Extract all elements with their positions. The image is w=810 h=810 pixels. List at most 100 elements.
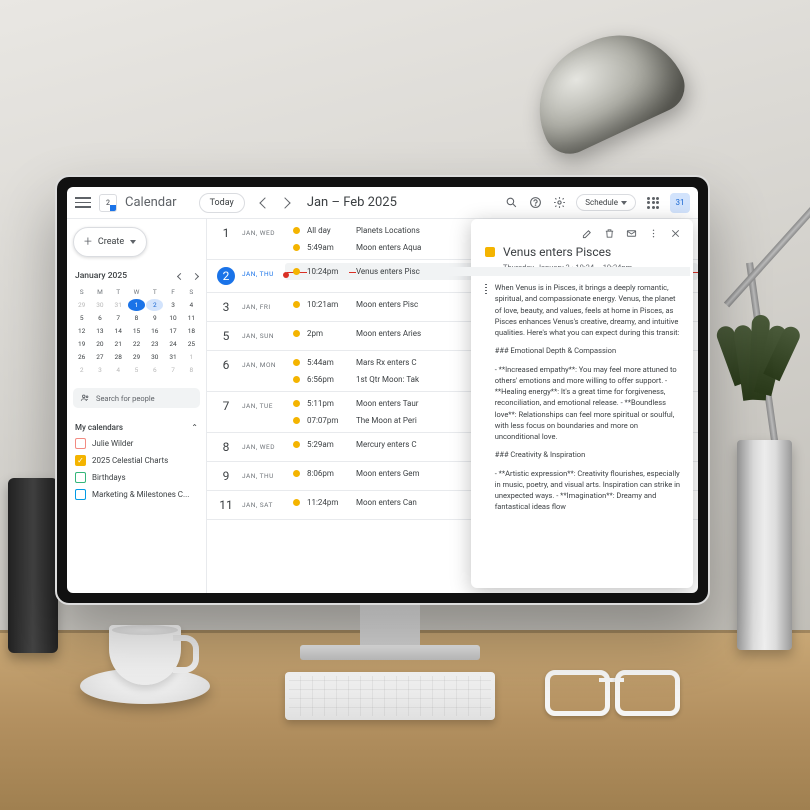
next-period-icon[interactable] — [279, 197, 290, 208]
mini-day[interactable]: 10 — [164, 312, 181, 324]
mini-day[interactable]: 7 — [110, 312, 127, 324]
mini-day[interactable]: 13 — [91, 325, 108, 337]
mini-day[interactable]: 20 — [91, 338, 108, 350]
lamp-arm — [724, 132, 810, 308]
event-time: 6:56pm — [307, 375, 349, 384]
today-button[interactable]: Today — [199, 193, 245, 213]
event-title: Moon enters Aries — [356, 329, 690, 338]
day-number[interactable]: 11 — [217, 498, 235, 512]
mini-day[interactable]: 6 — [91, 312, 108, 324]
mini-day[interactable]: 5 — [73, 312, 90, 324]
event-dot-icon — [293, 400, 300, 407]
day-number[interactable]: 3 — [217, 300, 235, 314]
mini-day[interactable]: 21 — [110, 338, 127, 350]
day-number[interactable]: 8 — [217, 440, 235, 454]
computer-monitor: 2 Calendar Today Jan – Feb 2025 Schedule… — [55, 175, 710, 605]
prev-period-icon[interactable] — [259, 197, 270, 208]
mini-prev-icon[interactable] — [177, 272, 184, 279]
mini-day[interactable]: 31 — [110, 299, 127, 311]
mini-day[interactable]: 16 — [146, 325, 163, 337]
calendar-label: Julie Wilder — [92, 439, 133, 448]
mini-day[interactable]: 9 — [146, 312, 163, 324]
mini-day[interactable]: 25 — [183, 338, 200, 350]
date-range-label[interactable]: Jan – Feb 2025 — [307, 195, 397, 210]
search-icon[interactable] — [504, 196, 518, 210]
event-time: 5:29am — [307, 440, 349, 449]
mini-cal-month[interactable]: January 2025 — [75, 271, 127, 281]
day-number[interactable]: 2 — [217, 267, 235, 285]
mini-day[interactable]: 27 — [91, 351, 108, 363]
mini-day[interactable]: 26 — [73, 351, 90, 363]
mini-day[interactable]: 4 — [110, 364, 127, 376]
mini-day[interactable]: 18 — [183, 325, 200, 337]
event-time: 8:06pm — [307, 469, 349, 478]
day-label: JAN, THU — [242, 469, 274, 480]
mini-day[interactable]: 5 — [128, 364, 145, 376]
event-dot-icon — [293, 330, 300, 337]
day-number[interactable]: 7 — [217, 399, 235, 413]
mini-day[interactable]: 1 — [183, 351, 200, 363]
mini-day[interactable]: 23 — [146, 338, 163, 350]
settings-gear-icon[interactable] — [552, 196, 566, 210]
mini-day[interactable]: 3 — [164, 299, 181, 311]
calendar-toggle[interactable]: Birthdays — [73, 469, 200, 486]
mini-day[interactable]: 17 — [164, 325, 181, 337]
main-menu-icon[interactable] — [75, 195, 91, 211]
event-title: Moon enters Aqua — [356, 243, 690, 252]
mini-day[interactable]: 14 — [110, 325, 127, 337]
search-people-input[interactable]: Search for people — [73, 388, 200, 408]
calendar-label: Birthdays — [92, 473, 126, 482]
mini-next-icon[interactable] — [192, 272, 199, 279]
day-number[interactable]: 5 — [217, 329, 235, 343]
calendar-toggle[interactable]: Julie Wilder — [73, 435, 200, 452]
mini-day[interactable]: 12 — [73, 325, 90, 337]
calendar-logo[interactable]: 2 — [99, 194, 117, 212]
mini-day[interactable]: 29 — [73, 299, 90, 311]
checkbox-icon[interactable] — [75, 438, 86, 449]
day-label: JAN, TUE — [242, 399, 273, 410]
calendar-toggle[interactable]: 2025 Celestial Charts — [73, 452, 200, 469]
mini-day[interactable]: 7 — [164, 364, 181, 376]
event-dot-icon — [293, 359, 300, 366]
mini-day[interactable]: 6 — [146, 364, 163, 376]
mini-day[interactable]: 22 — [128, 338, 145, 350]
day-label: JAN, WED — [242, 226, 275, 237]
smart-speaker — [8, 478, 58, 653]
eyeglasses — [545, 670, 685, 710]
calendar-toggle[interactable]: Marketing & Milestones C... — [73, 486, 200, 503]
mini-day[interactable]: 8 — [183, 364, 200, 376]
mini-day[interactable]: 15 — [128, 325, 145, 337]
screen: 2 Calendar Today Jan – Feb 2025 Schedule… — [67, 187, 698, 593]
mini-day[interactable]: 31 — [164, 351, 181, 363]
mini-day[interactable]: 11 — [183, 312, 200, 324]
mini-dow: M — [91, 286, 108, 298]
mini-day[interactable]: 2 — [146, 299, 163, 311]
create-button[interactable]: + Create — [73, 227, 147, 257]
mini-day[interactable]: 2 — [73, 364, 90, 376]
mini-day[interactable]: 8 — [128, 312, 145, 324]
support-icon[interactable] — [528, 196, 542, 210]
mini-day[interactable]: 4 — [183, 299, 200, 311]
day-number[interactable]: 1 — [217, 226, 235, 240]
checkbox-icon[interactable] — [75, 472, 86, 483]
day-number[interactable]: 9 — [217, 469, 235, 483]
mini-day[interactable]: 1 — [128, 299, 145, 311]
checkbox-icon[interactable] — [75, 455, 86, 466]
day-number[interactable]: 6 — [217, 358, 235, 372]
mini-day[interactable]: 30 — [91, 299, 108, 311]
mini-dow: W — [128, 286, 145, 298]
mini-day[interactable]: 29 — [128, 351, 145, 363]
view-switcher[interactable]: Schedule — [576, 194, 636, 211]
mini-day[interactable]: 28 — [110, 351, 127, 363]
mini-day[interactable]: 24 — [164, 338, 181, 350]
my-calendars-header[interactable]: My calendars ⌃ — [73, 420, 200, 435]
checkbox-icon[interactable] — [75, 489, 86, 500]
event-title: Moon enters Can — [356, 498, 690, 507]
today-date-icon[interactable]: 31 — [670, 193, 690, 213]
apps-grid-icon[interactable] — [646, 196, 660, 210]
mini-day[interactable]: 30 — [146, 351, 163, 363]
mini-day[interactable]: 19 — [73, 338, 90, 350]
event-title: Venus enters Pisc — [356, 267, 690, 276]
mini-day[interactable]: 3 — [91, 364, 108, 376]
event-title: Planets Locations — [356, 226, 690, 235]
